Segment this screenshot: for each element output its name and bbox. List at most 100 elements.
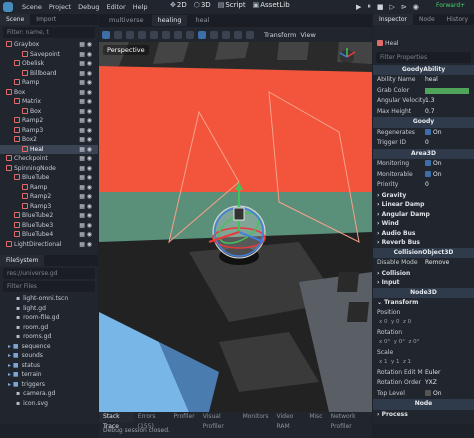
ruler-icon[interactable]	[186, 30, 194, 39]
tree-node[interactable]: BlueTube2 ▦ ◉	[0, 211, 98, 221]
visibility-icon[interactable]: ▦ ◉	[79, 173, 92, 183]
visibility-icon[interactable]: ▦ ◉	[79, 40, 92, 50]
tree-node[interactable]: Checkpoint ▦ ◉	[0, 154, 98, 164]
property-filter-input[interactable]: Filter Properties	[376, 51, 471, 63]
tab-healing[interactable]: healing	[151, 15, 188, 26]
prop-grab-color[interactable]: Grab Color	[373, 86, 474, 97]
play-icon[interactable]: ▶	[356, 3, 361, 11]
camera-icon[interactable]	[222, 30, 230, 39]
prop-max-height[interactable]: Max Height 0.7	[373, 107, 474, 118]
category-audio-bus[interactable]: › Audio Bus	[373, 229, 474, 239]
file-item[interactable]: ▪ rooms.gd	[0, 332, 98, 342]
file-item[interactable]: ▪ light.gd	[0, 304, 98, 314]
monitorable-checkbox[interactable]	[425, 170, 431, 177]
menu-scene[interactable]: Scene	[22, 3, 42, 11]
tab-monitors[interactable]: Monitors	[239, 412, 273, 422]
section-node3d[interactable]: Node3D	[373, 287, 474, 298]
menu-project[interactable]: Project	[49, 3, 71, 11]
visibility-icon[interactable]: ▦ ◉	[79, 202, 92, 212]
renderer-selector[interactable]: Forward+	[436, 2, 465, 9]
mode-3d[interactable]: ⬡3D	[194, 1, 211, 9]
category-wind[interactable]: › Wind	[373, 219, 474, 229]
filesystem-filter-input[interactable]: Filter Files	[3, 281, 95, 292]
tree-node[interactable]: Box ▦ ◉	[0, 88, 98, 98]
file-item[interactable]: ▪ room-file.gd	[0, 313, 98, 323]
tree-node[interactable]: Obelisk ▦ ◉	[0, 59, 98, 69]
grab-color-swatch[interactable]	[425, 87, 469, 94]
tab-multiverse[interactable]: multiverse	[103, 15, 150, 26]
select-tool-icon[interactable]	[102, 30, 110, 39]
visibility-icon[interactable]: ▦ ◉	[79, 107, 92, 117]
tree-node[interactable]: BlueTube3 ▦ ◉	[0, 221, 98, 231]
transform-menu[interactable]: Transform	[264, 31, 296, 39]
category-linear-damp[interactable]: › Linear Damp	[373, 200, 474, 210]
tree-node[interactable]: LightDirectional ▦ ◉	[0, 240, 98, 250]
scene-filter-input[interactable]: Filter: name, t	[3, 27, 95, 38]
tree-node[interactable]: SpinningNode ▦ ◉	[0, 164, 98, 174]
category-process[interactable]: › Process	[373, 410, 474, 420]
prop-ability-name[interactable]: Ability Name heal	[373, 75, 474, 86]
file-item[interactable]: ▪ icon.svg	[0, 399, 98, 409]
tab-history[interactable]: History	[441, 14, 474, 25]
perspective-menu[interactable]: Perspective	[103, 45, 149, 55]
category-angular-damp[interactable]: › Angular Damp	[373, 210, 474, 220]
tree-node[interactable]: Box ▦ ◉	[0, 107, 98, 117]
tree-node[interactable]: BlueTube4 ▦ ◉	[0, 230, 98, 240]
visibility-icon[interactable]: ▦ ◉	[79, 145, 92, 155]
visibility-icon[interactable]: ▦ ◉	[79, 183, 92, 193]
tab-inspector[interactable]: Inspector	[373, 14, 413, 25]
visibility-icon[interactable]: ▦ ◉	[79, 192, 92, 202]
lock-icon[interactable]	[162, 30, 170, 39]
prop-rotation[interactable]: Rotation x 0° y 0° z 0°	[373, 328, 474, 348]
visibility-icon[interactable]: ▦ ◉	[79, 88, 92, 98]
tab-visual-profiler[interactable]: Visual Profiler	[199, 412, 239, 430]
pause-icon[interactable]: ⏸	[367, 2, 371, 11]
sun-icon[interactable]	[234, 30, 242, 39]
file-item[interactable]: ▸ ■ terrain	[0, 370, 98, 380]
mode-assetlib[interactable]: ▣AssetLib	[253, 1, 290, 9]
visibility-icon[interactable]: ▦ ◉	[79, 221, 92, 231]
scale-tool-icon[interactable]	[138, 30, 146, 39]
visibility-icon[interactable]: ▦ ◉	[79, 116, 92, 126]
prop-angular-velocity[interactable]: Angular Velocity 1.3	[373, 96, 474, 107]
prop-position[interactable]: Position x 0 y 0 z 0	[373, 308, 474, 328]
prop-top-level[interactable]: Top Level On	[373, 389, 474, 400]
regenerates-checkbox[interactable]	[425, 128, 431, 135]
play-custom-icon[interactable]: ⊳	[401, 3, 407, 11]
visibility-icon[interactable]: ▦ ◉	[79, 154, 92, 164]
selectable-tool-icon[interactable]	[150, 30, 158, 39]
filesystem-path[interactable]: res://universe.gd	[3, 268, 95, 279]
tab-scene[interactable]: Scene	[0, 14, 31, 25]
category-collision[interactable]: › Collision	[373, 269, 474, 279]
prop-monitorable[interactable]: Monitorable On	[373, 170, 474, 181]
file-item[interactable]: ▪ light-omni.tscn	[0, 294, 98, 304]
menu-help[interactable]: Help	[133, 3, 148, 11]
visibility-icon[interactable]: ▦ ◉	[79, 69, 92, 79]
top-level-checkbox[interactable]	[425, 389, 431, 396]
prop-priority[interactable]: Priority 0	[373, 180, 474, 191]
visibility-icon[interactable]: ▦ ◉	[79, 240, 92, 250]
view-menu[interactable]: View	[300, 31, 315, 39]
visibility-icon[interactable]: ▦ ◉	[79, 50, 92, 60]
visibility-icon[interactable]: ▦ ◉	[79, 97, 92, 107]
tab-node[interactable]: Node	[413, 14, 441, 25]
local-space-icon[interactable]	[198, 30, 206, 39]
tree-node[interactable]: Ramp ▦ ◉	[0, 183, 98, 193]
tab-import[interactable]: Import	[30, 14, 62, 25]
3d-viewport[interactable]: Perspective	[99, 42, 372, 412]
category-input[interactable]: › Input	[373, 278, 474, 288]
tree-node[interactable]: Ramp2 ▦ ◉	[0, 116, 98, 126]
monitoring-checkbox[interactable]	[425, 160, 431, 166]
section-area3d[interactable]: Area3D	[373, 148, 474, 159]
prop-disable-mode[interactable]: Disable Mode Remove	[373, 258, 474, 269]
play-scene-icon[interactable]: ▷	[390, 3, 395, 11]
section-node[interactable]: Node	[373, 399, 474, 410]
rotate-tool-icon[interactable]	[126, 30, 134, 39]
tree-node[interactable]: Billboard ▦ ◉	[0, 69, 98, 79]
file-item[interactable]: ▪ camera.gd	[0, 389, 98, 399]
tab-heal[interactable]: heal	[189, 15, 215, 26]
prop-monitoring[interactable]: Monitoring On	[373, 159, 474, 170]
tree-node[interactable]: Graybox ▦ ◉	[0, 40, 98, 50]
section-goody[interactable]: Goody	[373, 117, 474, 128]
movie-icon[interactable]: ◉	[413, 3, 419, 11]
